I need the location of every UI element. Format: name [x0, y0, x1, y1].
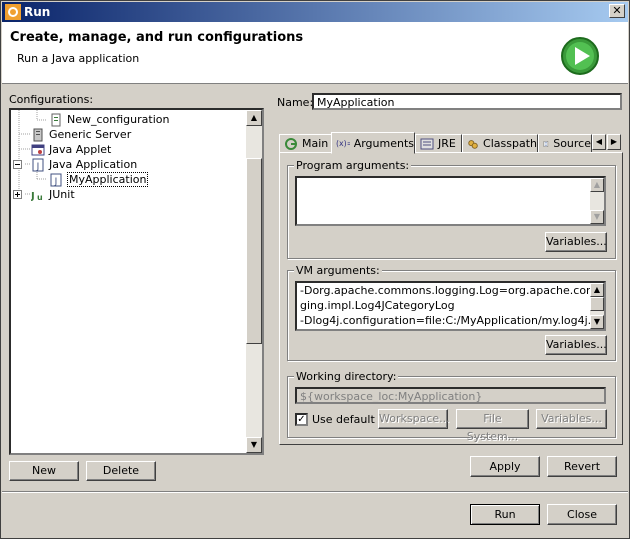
- configurations-tree[interactable]: New_configuration Generic Server Java Ap…: [9, 108, 264, 455]
- collapse-icon[interactable]: [13, 160, 22, 169]
- tree-item-myapplication[interactable]: J MyApplication: [49, 172, 149, 187]
- tree-item-new-configuration[interactable]: New_configuration: [49, 112, 169, 127]
- tree-item-label: JUnit: [49, 188, 75, 201]
- tree-item-junit[interactable]: Ju JUnit: [13, 187, 75, 202]
- tab-jre[interactable]: JRE: [415, 134, 462, 153]
- vm-arguments-field[interactable]: -Dorg.apache.commons.logging.Log=org.apa…: [295, 281, 606, 331]
- tree-item-label: Java Applet: [49, 143, 112, 156]
- revert-button[interactable]: Revert: [547, 456, 617, 477]
- configurations-label: Configurations:: [9, 93, 94, 106]
- tab-label: Classpath: [483, 137, 537, 150]
- tab-bar: Main (x)= Arguments JRE Classpath Source…: [279, 132, 623, 154]
- run-icon: [561, 37, 599, 75]
- tab-main[interactable]: Main: [279, 134, 332, 153]
- program-arguments-field[interactable]: ▲ ▼: [295, 176, 606, 226]
- jre-tab-icon: [420, 138, 434, 149]
- working-variables-button[interactable]: Variables...: [536, 409, 607, 429]
- applet-icon: [31, 144, 45, 155]
- program-arguments-group: Program arguments: ▲ ▼ Variables...: [287, 159, 616, 259]
- title-bar[interactable]: Run ✕: [2, 2, 628, 22]
- java-app-icon: J: [50, 173, 62, 187]
- tree-item-generic-server[interactable]: Generic Server: [31, 127, 131, 142]
- tree-item-label: Generic Server: [49, 128, 132, 141]
- tree-item-label: Java Application: [49, 158, 138, 171]
- vm-variables-button[interactable]: Variables...: [545, 335, 607, 355]
- delete-button[interactable]: Delete: [86, 461, 156, 481]
- working-directory-field[interactable]: ${workspace_loc:MyApplication}: [295, 387, 606, 404]
- svg-text:J: J: [54, 177, 58, 187]
- tree-item-java-application[interactable]: J Java Application: [13, 157, 137, 172]
- svg-text:(x)=: (x)=: [336, 139, 350, 148]
- run-button[interactable]: Run: [470, 504, 540, 525]
- file-system-button[interactable]: File System...: [456, 409, 529, 443]
- java-app-icon: J: [32, 158, 44, 172]
- use-default-checkbox[interactable]: ✓: [295, 413, 308, 426]
- svg-text:J: J: [36, 162, 40, 172]
- working-directory-title: Working directory:: [294, 370, 399, 383]
- working-directory-group: Working directory: ${workspace_loc:MyApp…: [287, 370, 616, 443]
- workspace-button[interactable]: Workspace...: [378, 409, 450, 429]
- tree-scrollbar[interactable]: ▲ ▼: [246, 110, 262, 453]
- vm-arguments-line: -Dlog4j.configuration=file:C:/MyApplicat…: [300, 314, 604, 327]
- bottom-separator: [2, 491, 628, 493]
- scroll-down-arrow[interactable]: ▼: [590, 315, 604, 329]
- tab-arguments[interactable]: (x)= Arguments: [331, 132, 415, 154]
- server-icon: [33, 128, 43, 141]
- arguments-tab-icon: (x)=: [336, 139, 350, 148]
- name-label: Name:: [277, 96, 314, 109]
- banner-subtitle: Run a Java application: [17, 52, 140, 65]
- tab-source[interactable]: Source: [538, 134, 592, 153]
- name-field[interactable]: MyApplication: [312, 93, 622, 110]
- program-arguments-scrollbar[interactable]: ▲ ▼: [590, 178, 604, 224]
- scroll-up-arrow[interactable]: ▲: [246, 110, 262, 126]
- vm-arguments-line: -Dorg.apache.commons.logging.Log=org.apa…: [300, 284, 606, 297]
- arguments-panel: Program arguments: ▲ ▼ Variables... VM a…: [279, 152, 623, 445]
- tree-item-java-applet[interactable]: Java Applet: [31, 142, 111, 157]
- scroll-thumb[interactable]: [590, 297, 604, 311]
- vm-arguments-line: ging.impl.Log4JCategoryLog: [300, 299, 455, 312]
- vm-arguments-group: VM arguments: -Dorg.apache.commons.loggi…: [287, 264, 616, 361]
- apply-button[interactable]: Apply: [470, 456, 540, 477]
- svg-text:u: u: [37, 193, 43, 202]
- tab-label: Source: [553, 137, 591, 150]
- program-variables-button[interactable]: Variables...: [545, 232, 607, 252]
- jsp-file-icon: [51, 113, 61, 126]
- close-window-button[interactable]: ✕: [609, 4, 625, 18]
- run-dialog: Run ✕ Create, manage, and run configurat…: [0, 0, 630, 539]
- eclipse-icon: [5, 4, 21, 20]
- program-arguments-title: Program arguments:: [294, 159, 412, 172]
- scroll-up-arrow[interactable]: ▲: [590, 283, 604, 297]
- scroll-down-arrow[interactable]: ▼: [590, 210, 604, 224]
- scroll-up-arrow[interactable]: ▲: [590, 178, 604, 192]
- close-button[interactable]: Close: [547, 504, 617, 525]
- new-button[interactable]: New: [9, 461, 79, 481]
- tab-scroll-right[interactable]: ▶: [607, 134, 621, 150]
- source-tab-icon: [543, 140, 549, 147]
- scroll-down-arrow[interactable]: ▼: [246, 437, 262, 453]
- junit-icon: Ju: [31, 191, 43, 202]
- tree-item-label: MyApplication: [67, 172, 149, 187]
- tab-classpath[interactable]: Classpath: [462, 134, 538, 153]
- vm-arguments-title: VM arguments:: [294, 264, 382, 277]
- banner-heading: Create, manage, and run configurations: [10, 30, 304, 45]
- window-title: Run: [24, 5, 51, 19]
- scroll-thumb[interactable]: [246, 158, 262, 344]
- expand-icon[interactable]: [13, 190, 22, 199]
- classpath-tab-icon: [468, 139, 478, 149]
- tab-label: Arguments: [353, 136, 414, 150]
- svg-text:J: J: [31, 191, 35, 202]
- tab-label: Main: [302, 137, 329, 150]
- header-banner: Create, manage, and run configurations R…: [2, 22, 628, 84]
- tab-label: JRE: [438, 137, 456, 150]
- vm-arguments-scrollbar[interactable]: ▲ ▼: [590, 283, 604, 329]
- tree-item-label: New_configuration: [67, 113, 170, 126]
- main-tab-icon: [285, 137, 297, 150]
- tab-scroll-left[interactable]: ◀: [592, 134, 606, 150]
